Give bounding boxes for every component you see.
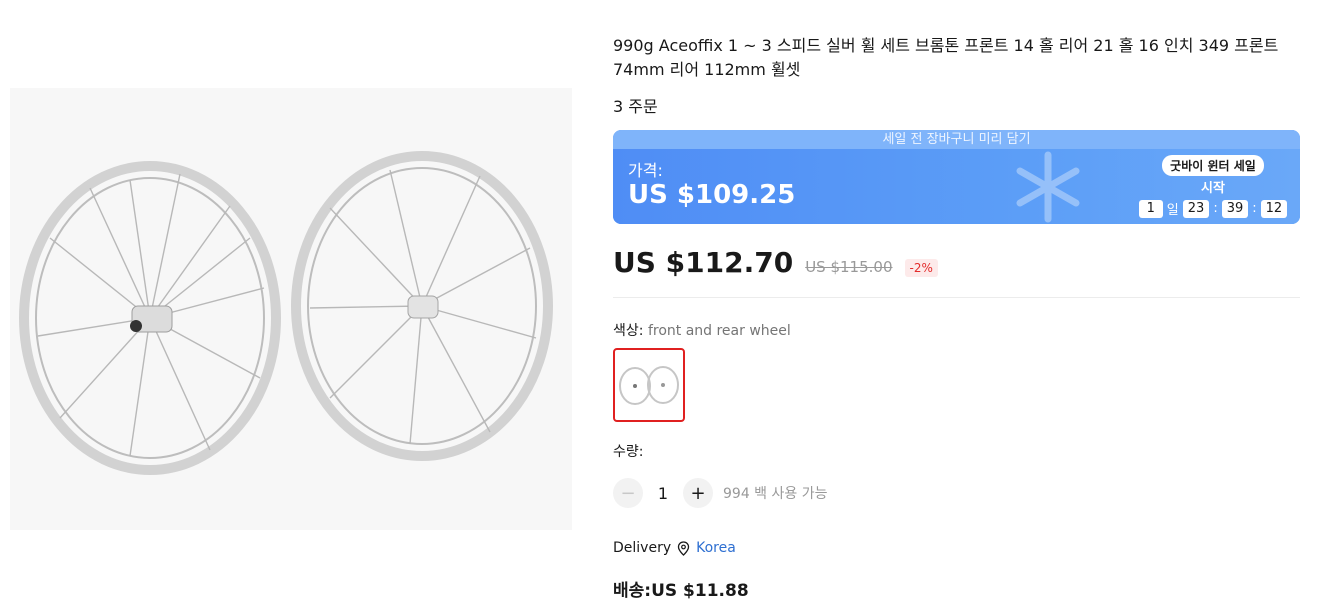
countdown-seconds: 12 <box>1260 199 1288 218</box>
snowflake-icon <box>1016 151 1080 223</box>
product-image[interactable] <box>10 88 572 530</box>
promo-banner[interactable]: 세일 전 장바구니 미리 담기 가격: US $109.25 굿바이 윈터 세일… <box>613 130 1300 224</box>
price-row: US $112.70 US $115.00 -2% <box>613 246 938 279</box>
product-title: 990g Aceoffix 1 ~ 3 스피드 실버 휠 세트 브롬톤 프론트 … <box>613 36 1279 79</box>
color-selected-value: front and rear wheel <box>647 323 791 339</box>
wheels-image <box>19 151 553 475</box>
promo-price: US $109.25 <box>628 180 796 210</box>
color-swatch-front-and-rear-wheel[interactable] <box>613 348 685 422</box>
countdown-minutes: 39 <box>1221 199 1249 218</box>
discount-badge: -2% <box>904 259 938 277</box>
quantity-value[interactable]: 1 <box>643 484 683 503</box>
plus-icon[interactable]: + <box>683 478 713 508</box>
countdown-separator: : <box>1213 201 1218 216</box>
wheels-thumbnail <box>619 366 679 405</box>
minus-icon[interactable]: − <box>613 478 643 508</box>
order-count: 3 주문 <box>613 97 658 116</box>
delivery-row: Delivery Korea <box>613 540 736 556</box>
delivery-label: Delivery <box>613 540 672 556</box>
original-price: US $115.00 <box>805 258 893 276</box>
event-start-label: 시작 <box>1201 181 1225 196</box>
quantity-stepper: − 1 + 994 백 사용 가능 <box>613 478 827 508</box>
countdown-separator: : <box>1252 201 1257 216</box>
countdown-timer: 1 일 23 : 39 : 12 <box>1133 199 1293 218</box>
color-selector-label: 색상: front and rear wheel <box>613 320 791 340</box>
event-name-badge: 굿바이 윈터 세일 <box>1162 155 1264 176</box>
location-pin-icon <box>677 540 690 556</box>
shipping-cost: 배송:US $11.88 <box>613 581 749 601</box>
countdown-days: 1 <box>1138 199 1163 218</box>
delivery-country-link[interactable]: Korea <box>696 540 736 556</box>
divider <box>613 297 1300 298</box>
quantity-label: 수량: <box>613 444 644 460</box>
pre-sale-cart-banner: 세일 전 장바구니 미리 담기 <box>613 130 1300 149</box>
countdown-day-unit: 일 <box>1166 203 1179 218</box>
promo-price-label: 가격: <box>628 161 663 180</box>
available-quantity: 994 백 사용 가능 <box>723 486 828 502</box>
current-price: US $112.70 <box>613 246 794 279</box>
color-label: 색상: <box>613 323 644 339</box>
countdown-hours: 23 <box>1182 199 1210 218</box>
